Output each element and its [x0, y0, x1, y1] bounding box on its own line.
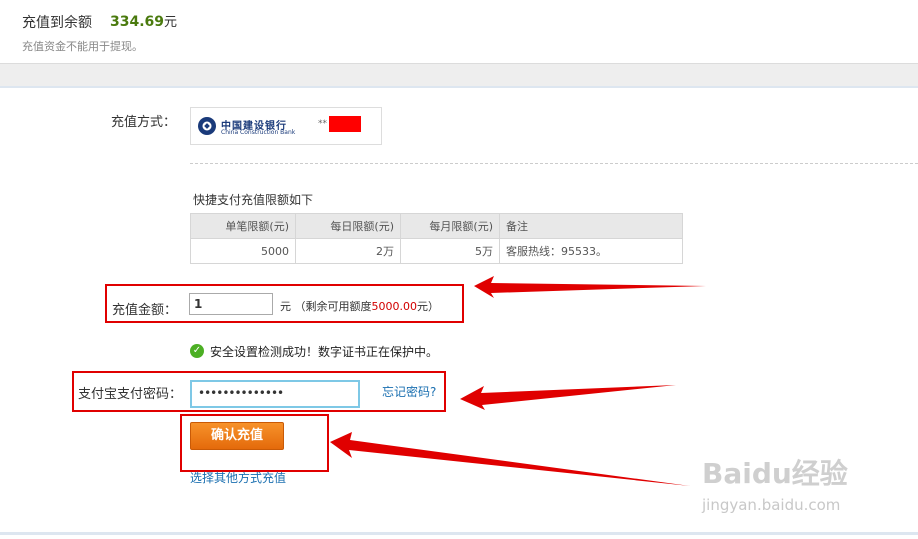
watermark-url: jingyan.baidu.com [702, 496, 841, 514]
baidu-watermark: Baidu经验 [702, 457, 848, 490]
bottom-border [0, 532, 918, 535]
arrow-amount [474, 276, 706, 298]
arrow-password [460, 385, 676, 410]
arrow-confirm [330, 432, 690, 486]
